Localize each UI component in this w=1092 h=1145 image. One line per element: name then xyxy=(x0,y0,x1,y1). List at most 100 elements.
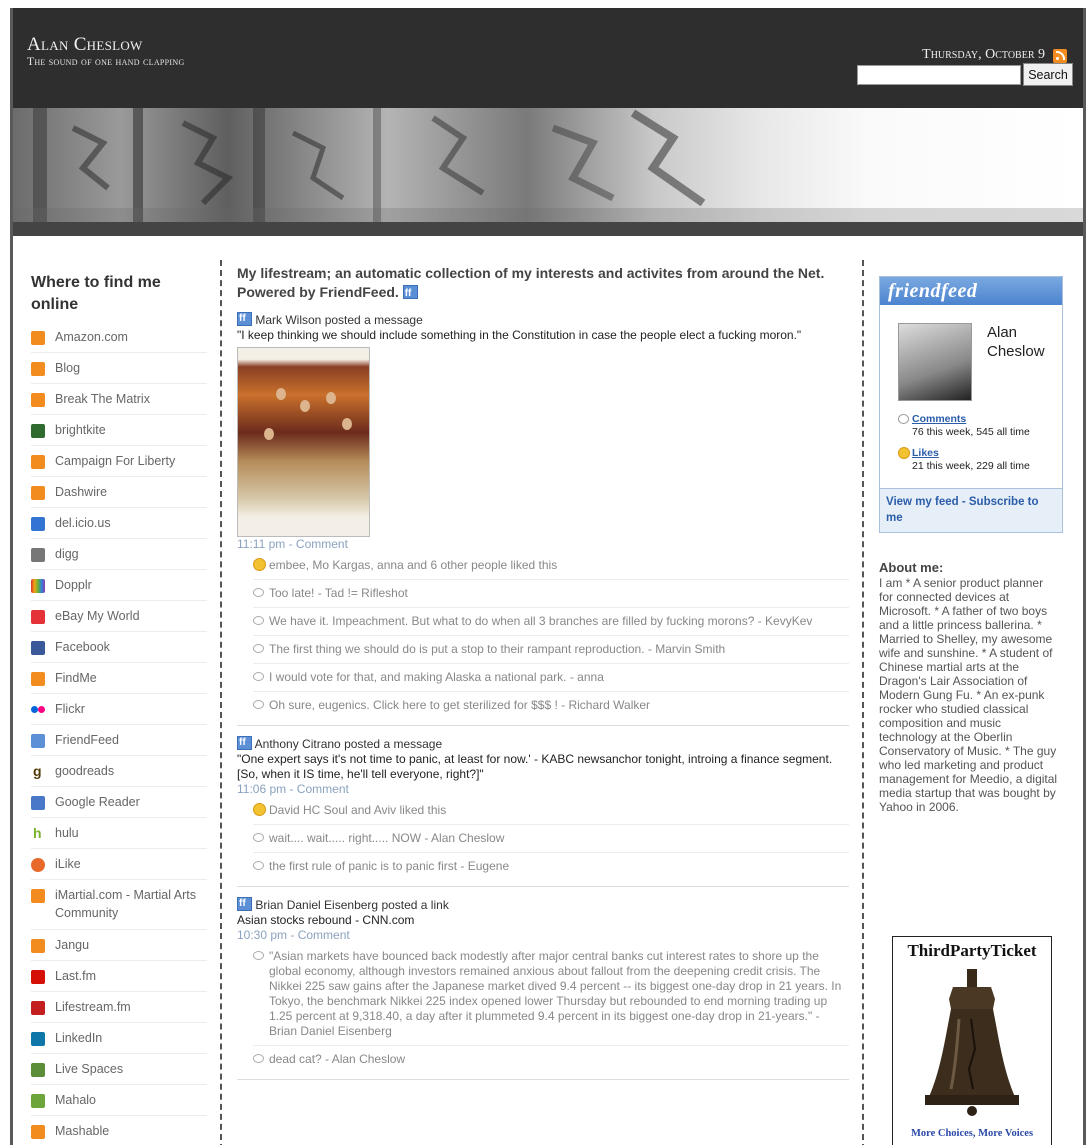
sidebar-site-link[interactable]: Google Reader xyxy=(31,787,207,818)
comment-icon xyxy=(898,414,909,424)
entry-author[interactable]: Brian Daniel Eisenberg xyxy=(255,898,378,912)
entry-author[interactable]: Mark Wilson xyxy=(255,313,321,327)
sidebar-site-link[interactable]: Dopplr xyxy=(31,570,207,601)
sidebar-site-label: brightkite xyxy=(55,423,106,437)
likes-text: David HC Soul and Aviv liked this xyxy=(269,803,447,817)
sidebar-site-link[interactable]: Jangu xyxy=(31,930,207,961)
site-header: Alan Cheslow The sound of one hand clapp… xyxy=(13,8,1083,108)
sidebar-site-link[interactable]: Blog xyxy=(31,353,207,384)
sidebar-site-link[interactable]: Lifestream.fm xyxy=(31,992,207,1023)
entry-time[interactable]: 10:30 pm - Comment xyxy=(237,928,849,943)
comment: Oh sure, eugenics. Click here to get ste… xyxy=(253,692,849,719)
sidebar-site-link[interactable]: FindMe xyxy=(31,663,207,694)
sidebar-site-link[interactable]: Amazon.com xyxy=(31,322,207,353)
comment-text: Oh sure, eugenics. Click here to get ste… xyxy=(269,698,651,712)
avatar[interactable] xyxy=(898,323,972,401)
sidebar-site-link[interactable]: Dashwire xyxy=(31,477,207,508)
site-title[interactable]: Alan Cheslow xyxy=(27,34,143,56)
sidebar-site-label: goodreads xyxy=(55,764,115,778)
sidebar-site-link[interactable]: del.icio.us xyxy=(31,508,207,539)
comment-text: We have it. Impeachment. But what to do … xyxy=(269,614,813,628)
entry-action: posted a message xyxy=(324,313,423,327)
comments-count: 76 this week, 545 all time xyxy=(912,426,1030,438)
like-icon xyxy=(253,803,266,816)
sidebar-site-link[interactable]: Campaign For Liberty xyxy=(31,446,207,477)
friendfeed-logo[interactable]: friendfeed xyxy=(880,277,1062,305)
sidebar-site-link[interactable]: g goodreads xyxy=(31,756,207,787)
sidebar-site-link[interactable]: Flickr xyxy=(31,694,207,725)
site-list: Amazon.com Blog Break The Matrix brightkite… xyxy=(31,322,207,1145)
header-divider-bar xyxy=(13,222,1083,236)
comment-text: The first thing we should do is put a st… xyxy=(269,642,726,656)
comment-text: the first rule of panic is to panic firs… xyxy=(269,859,510,873)
likes-line: David HC Soul and Aviv liked this xyxy=(253,797,849,825)
friendfeed-icon xyxy=(237,311,252,326)
sidebar-site-link[interactable]: Mahalo xyxy=(31,1085,207,1116)
sidebar-site-label: hulu xyxy=(55,826,79,840)
entry-header: Brian Daniel Eisenberg posted a link xyxy=(237,896,849,913)
ebay-icon xyxy=(31,610,45,624)
sidebar-site-link[interactable]: brightkite xyxy=(31,415,207,446)
entry-time[interactable]: 11:06 pm - Comment xyxy=(237,782,849,797)
comment: the first rule of panic is to panic firs… xyxy=(253,853,849,880)
ad-caption: More Choices, More Voices xyxy=(910,1128,1034,1139)
like-icon xyxy=(253,558,266,571)
comments-stat: Comments 76 this week, 545 all time xyxy=(898,413,1030,439)
sidebar-site-link[interactable]: Break The Matrix xyxy=(31,384,207,415)
live-spaces-icon xyxy=(31,1063,45,1077)
cartoon-thumbnail-image[interactable] xyxy=(237,347,370,537)
digg-icon xyxy=(31,548,45,562)
sidebar-site-link[interactable]: Live Spaces xyxy=(31,1054,207,1085)
google-reader-icon xyxy=(31,796,45,810)
sidebar-site-link[interactable]: LinkedIn xyxy=(31,1023,207,1054)
goodreads-icon: g xyxy=(33,763,42,779)
lastfm-icon xyxy=(31,970,45,984)
bell-texture-graphic xyxy=(13,108,1083,223)
mahalo-icon xyxy=(31,1094,45,1108)
entry-header: Mark Wilson posted a message xyxy=(237,311,849,328)
sidebar-site-link[interactable]: iLike xyxy=(31,849,207,880)
search-input[interactable] xyxy=(857,65,1021,85)
comment-icon xyxy=(253,700,264,709)
delicious-icon xyxy=(31,517,45,531)
view-feed-link[interactable]: View my feed - Subscribe to me xyxy=(880,488,1062,532)
rss-icon xyxy=(31,455,45,469)
dopplr-icon xyxy=(31,579,45,593)
sidebar-site-link[interactable]: Facebook xyxy=(31,632,207,663)
sidebar-site-link[interactable]: Mashable xyxy=(31,1116,207,1145)
rss-icon xyxy=(31,672,45,686)
sidebar-site-label: Last.fm xyxy=(55,969,96,983)
sidebar-site-link[interactable]: h hulu xyxy=(31,818,207,849)
sidebar-site-label: Mashable xyxy=(55,1124,110,1138)
ad-banner[interactable]: ThirdPartyTicket More Choices, More Voic… xyxy=(892,936,1052,1145)
entry-link[interactable]: Asian stocks rebound - CNN.com xyxy=(237,913,849,928)
entry-author[interactable]: Anthony Citrano xyxy=(255,737,341,751)
sidebar-site-label: iMartial.com - Martial Arts Community xyxy=(55,888,196,920)
rss-icon xyxy=(31,331,45,345)
search-button[interactable]: Search xyxy=(1023,63,1073,86)
comment: I would vote for that, and making Alaska… xyxy=(253,664,849,692)
likes-text: embee, Mo Kargas, anna and 6 other peopl… xyxy=(269,558,558,572)
sidebar-site-link[interactable]: digg xyxy=(31,539,207,570)
entry-action: posted a link xyxy=(381,898,449,912)
comment-text: "Asian markets have bounced back modestl… xyxy=(269,949,842,1038)
sidebar-site-link[interactable]: FriendFeed xyxy=(31,725,207,756)
sidebar-site-label: Google Reader xyxy=(55,795,140,809)
sidebar-site-link[interactable]: Last.fm xyxy=(31,961,207,992)
friendfeed-icon xyxy=(31,734,45,748)
rss-icon xyxy=(31,939,45,953)
sidebar-site-label: Jangu xyxy=(55,938,90,952)
sidebar-site-label: eBay My World xyxy=(55,609,140,623)
hulu-icon: h xyxy=(33,825,42,841)
lifestream-icon xyxy=(31,1001,45,1015)
sidebar-site-label: FindMe xyxy=(55,671,97,685)
profile-name[interactable]: Alan Cheslow xyxy=(987,323,1057,361)
rss-icon[interactable] xyxy=(1053,49,1067,63)
comment-text: dead cat? - Alan Cheslow xyxy=(269,1052,406,1066)
facebook-icon xyxy=(31,641,45,655)
sidebar-site-link[interactable]: eBay My World xyxy=(31,601,207,632)
sidebar-site-link[interactable]: iMartial.com - Martial Arts Community xyxy=(31,880,207,930)
like-icon xyxy=(898,447,910,459)
entry-time[interactable]: 11:11 pm - Comment xyxy=(237,537,849,552)
friendfeed-icon[interactable] xyxy=(402,284,418,303)
